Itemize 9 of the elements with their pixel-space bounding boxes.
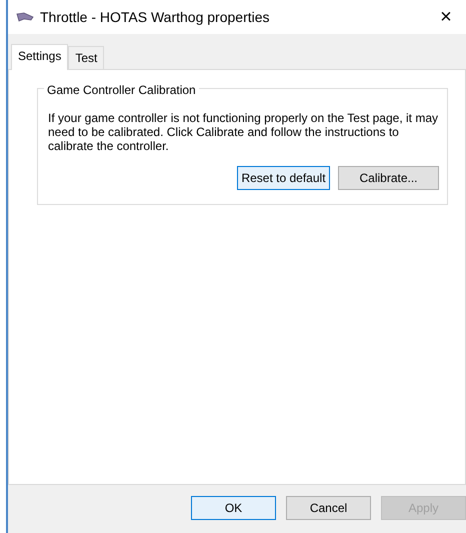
calibrate-button[interactable]: Calibrate...: [338, 166, 439, 190]
window-title: Throttle - HOTAS Warthog properties: [40, 8, 270, 27]
description-text: If your game controller is not functioning properly on the Test page, it may need to be calibrated. Click Calibrate and follow the instructions to calibrate the controller.: [48, 111, 439, 153]
cancel-button[interactable]: Cancel: [286, 496, 371, 520]
tab[interactable]: Test: [68, 46, 104, 69]
close-button[interactable]: ×: [426, 0, 466, 34]
ok-button[interactable]: OK: [191, 496, 276, 520]
reset-button[interactable]: Reset to default: [237, 166, 330, 190]
tab[interactable]: Settings: [11, 44, 68, 70]
